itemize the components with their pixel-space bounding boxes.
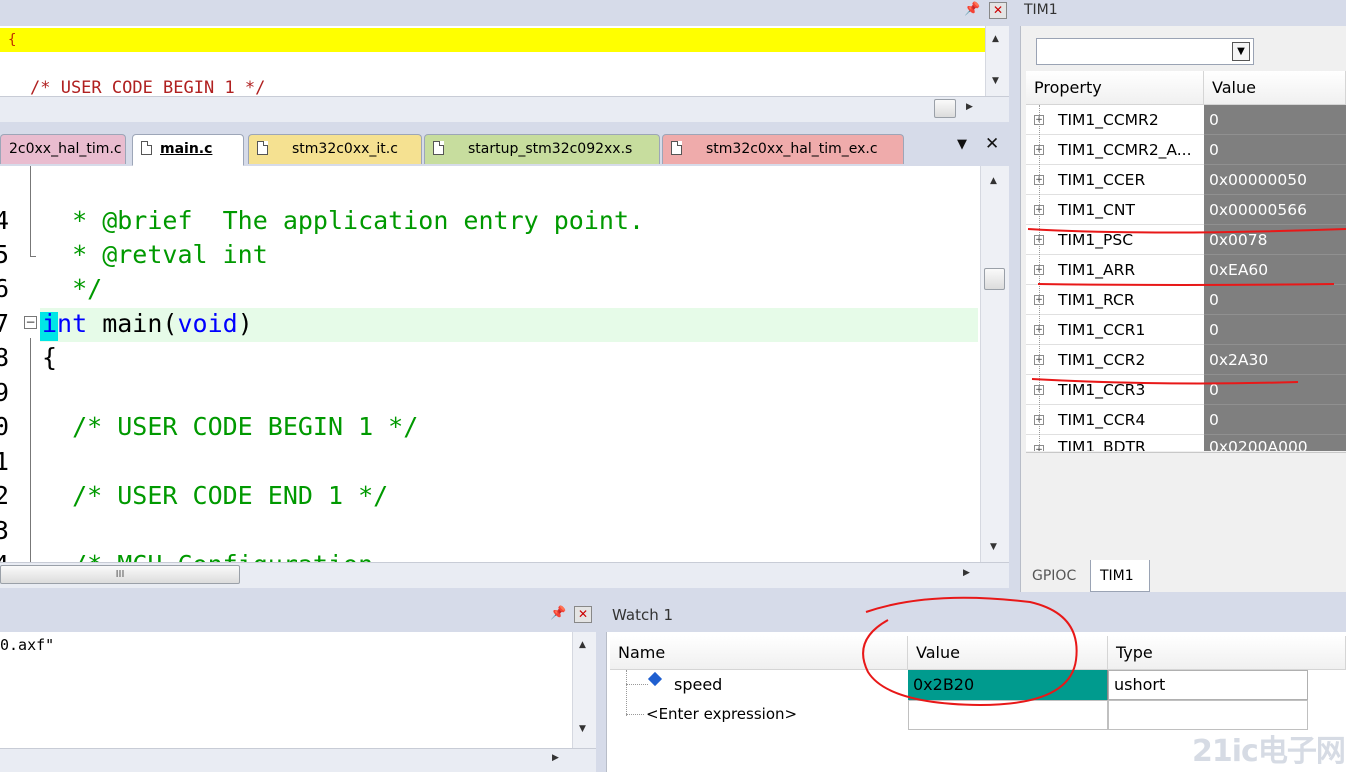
tab-hal-tim-ex[interactable]: stm32c0xx_hal_tim_ex.c — [662, 134, 904, 164]
document-icon — [433, 141, 444, 155]
output-panel-header — [0, 600, 600, 630]
register-row[interactable]: + TIM1_PSC 0x0078 — [1026, 225, 1346, 255]
register-row[interactable]: + TIM1_CCMR2 0 — [1026, 105, 1346, 135]
editor-vscroll[interactable]: ▲ ▼ — [980, 166, 1009, 562]
variable-icon — [647, 671, 663, 687]
watch-value-header[interactable]: Value — [908, 636, 1108, 670]
tab-label: startup_stm32c092xx.s — [468, 141, 633, 157]
register-row[interactable]: + TIM1_CCER 0x00000050 — [1026, 165, 1346, 195]
tab-label: 2c0xx_hal_tim.c — [9, 141, 122, 157]
tree-dotted-line — [626, 714, 644, 715]
editor-hscroll[interactable]: III ▶ — [0, 562, 1009, 588]
code-editor[interactable]: − 4 * @brief The application entry point… — [0, 166, 985, 562]
register-row[interactable]: + TIM1_BDTR 0x0200A000 — [1026, 435, 1346, 451]
register-row[interactable]: + TIM1_CCR3 0 — [1026, 375, 1346, 405]
document-icon — [671, 141, 682, 155]
scroll-thumb[interactable] — [984, 268, 1005, 290]
output-hscroll[interactable]: ▶ — [0, 748, 596, 772]
highlighted-line: { — [0, 28, 985, 52]
enter-expression[interactable]: <Enter expression> — [646, 705, 797, 723]
code-line: 7 int main(void) — [0, 309, 253, 338]
register-row-clip: + TIM1_BDTR 0x0200A000 — [1026, 435, 1346, 451]
register-row[interactable]: + TIM1_RCR 0 — [1026, 285, 1346, 315]
register-row[interactable]: + TIM1_CCR1 0 — [1026, 315, 1346, 345]
peripheral-empty-area — [1026, 452, 1346, 558]
tab-gpioc[interactable]: GPIOC — [1032, 568, 1076, 584]
output-vscroll[interactable]: ▲ ▼ — [572, 632, 596, 748]
code-line: 5 * @retval int — [0, 240, 268, 269]
register-row[interactable]: + TIM1_ARR 0xEA60 — [1026, 255, 1346, 285]
tab-startup[interactable]: startup_stm32c092xx.s — [424, 134, 660, 164]
register-row[interactable]: + TIM1_CCR4 0 — [1026, 405, 1346, 435]
tab-label: stm32c0xx_it.c — [292, 141, 398, 157]
tab-close-icon[interactable]: ✕ — [985, 134, 999, 154]
peripheral-select[interactable]: ▼ — [1036, 38, 1254, 65]
scroll-thumb[interactable]: III — [0, 565, 240, 584]
watch-title: Watch 1 — [612, 606, 674, 624]
output-text: 0.axf" — [0, 636, 55, 654]
code-text: { — [8, 32, 17, 48]
property-column-header[interactable]: Property — [1026, 71, 1204, 105]
code-line: 0 /* USER CODE BEGIN 1 */ — [0, 412, 419, 441]
peripheral-panel-title: TIM1 — [1024, 2, 1058, 18]
chevron-down-icon[interactable]: ▼ — [1232, 42, 1250, 61]
close-icon[interactable]: ✕ — [989, 2, 1007, 19]
upper-vscroll[interactable]: ▲ ▼ — [985, 26, 1009, 98]
code-line: 9 — [0, 378, 10, 407]
close-icon[interactable]: ✕ — [574, 606, 592, 623]
code-text: /* USER CODE BEGIN 1 */ — [30, 78, 266, 96]
watermark-logo: 21ic电子网 — [1192, 734, 1346, 769]
register-row[interactable]: + TIM1_CNT 0x00000566 — [1026, 195, 1346, 225]
document-icon — [257, 141, 268, 155]
watch-var-type: ushort — [1108, 670, 1308, 700]
upper-hscroll[interactable]: ▶ — [0, 96, 1009, 122]
register-row[interactable]: + TIM1_CCMR2_A... 0 — [1026, 135, 1346, 165]
pin-icon[interactable]: 📌 — [964, 2, 980, 17]
code-line: 1 — [0, 447, 10, 476]
tab-it[interactable]: stm32c0xx_it.c — [248, 134, 422, 164]
tab-label: main.c — [160, 141, 213, 157]
document-icon — [141, 141, 152, 155]
output-panel: 0.axf" — [0, 632, 572, 748]
register-row[interactable]: + TIM1_CCR2 0x2A30 — [1026, 345, 1346, 375]
watch-empty-value[interactable] — [908, 700, 1108, 730]
watch-row[interactable]: speed 0x2B20 ushort — [610, 670, 1308, 716]
tab-dropdown-icon[interactable]: ▼ — [957, 137, 967, 152]
watch-var-value[interactable]: 0x2B20 — [908, 670, 1108, 700]
tree-dotted-line — [626, 684, 648, 685]
code-line: 3 — [0, 516, 10, 545]
watch-name-header[interactable]: Name — [610, 636, 908, 670]
code-line: 8{ — [0, 343, 58, 372]
tab-main[interactable]: main.c — [132, 134, 244, 166]
watch-type-header[interactable]: Type — [1108, 636, 1346, 670]
value-column-header[interactable]: Value — [1204, 71, 1346, 105]
tree-dotted-line — [1039, 105, 1040, 451]
code-line: 4 /* MCU Configuration------------------… — [0, 514, 980, 562]
tab-label: stm32c0xx_hal_tim_ex.c — [706, 141, 878, 157]
tab-tim1[interactable]: TIM1 — [1090, 560, 1150, 592]
pin-icon[interactable]: 📌 — [550, 606, 566, 621]
tab-hal-tim[interactable]: 2c0xx_hal_tim.c — [0, 134, 126, 164]
watch-var-name: speed — [674, 675, 723, 694]
code-line: 2 /* USER CODE END 1 */ — [0, 481, 389, 510]
upper-editor: { /* USER CODE BEGIN 1 */ — [0, 26, 985, 96]
code-line: 4 * @brief The application entry point. — [0, 206, 645, 235]
code-line: 6 */ — [0, 274, 103, 303]
